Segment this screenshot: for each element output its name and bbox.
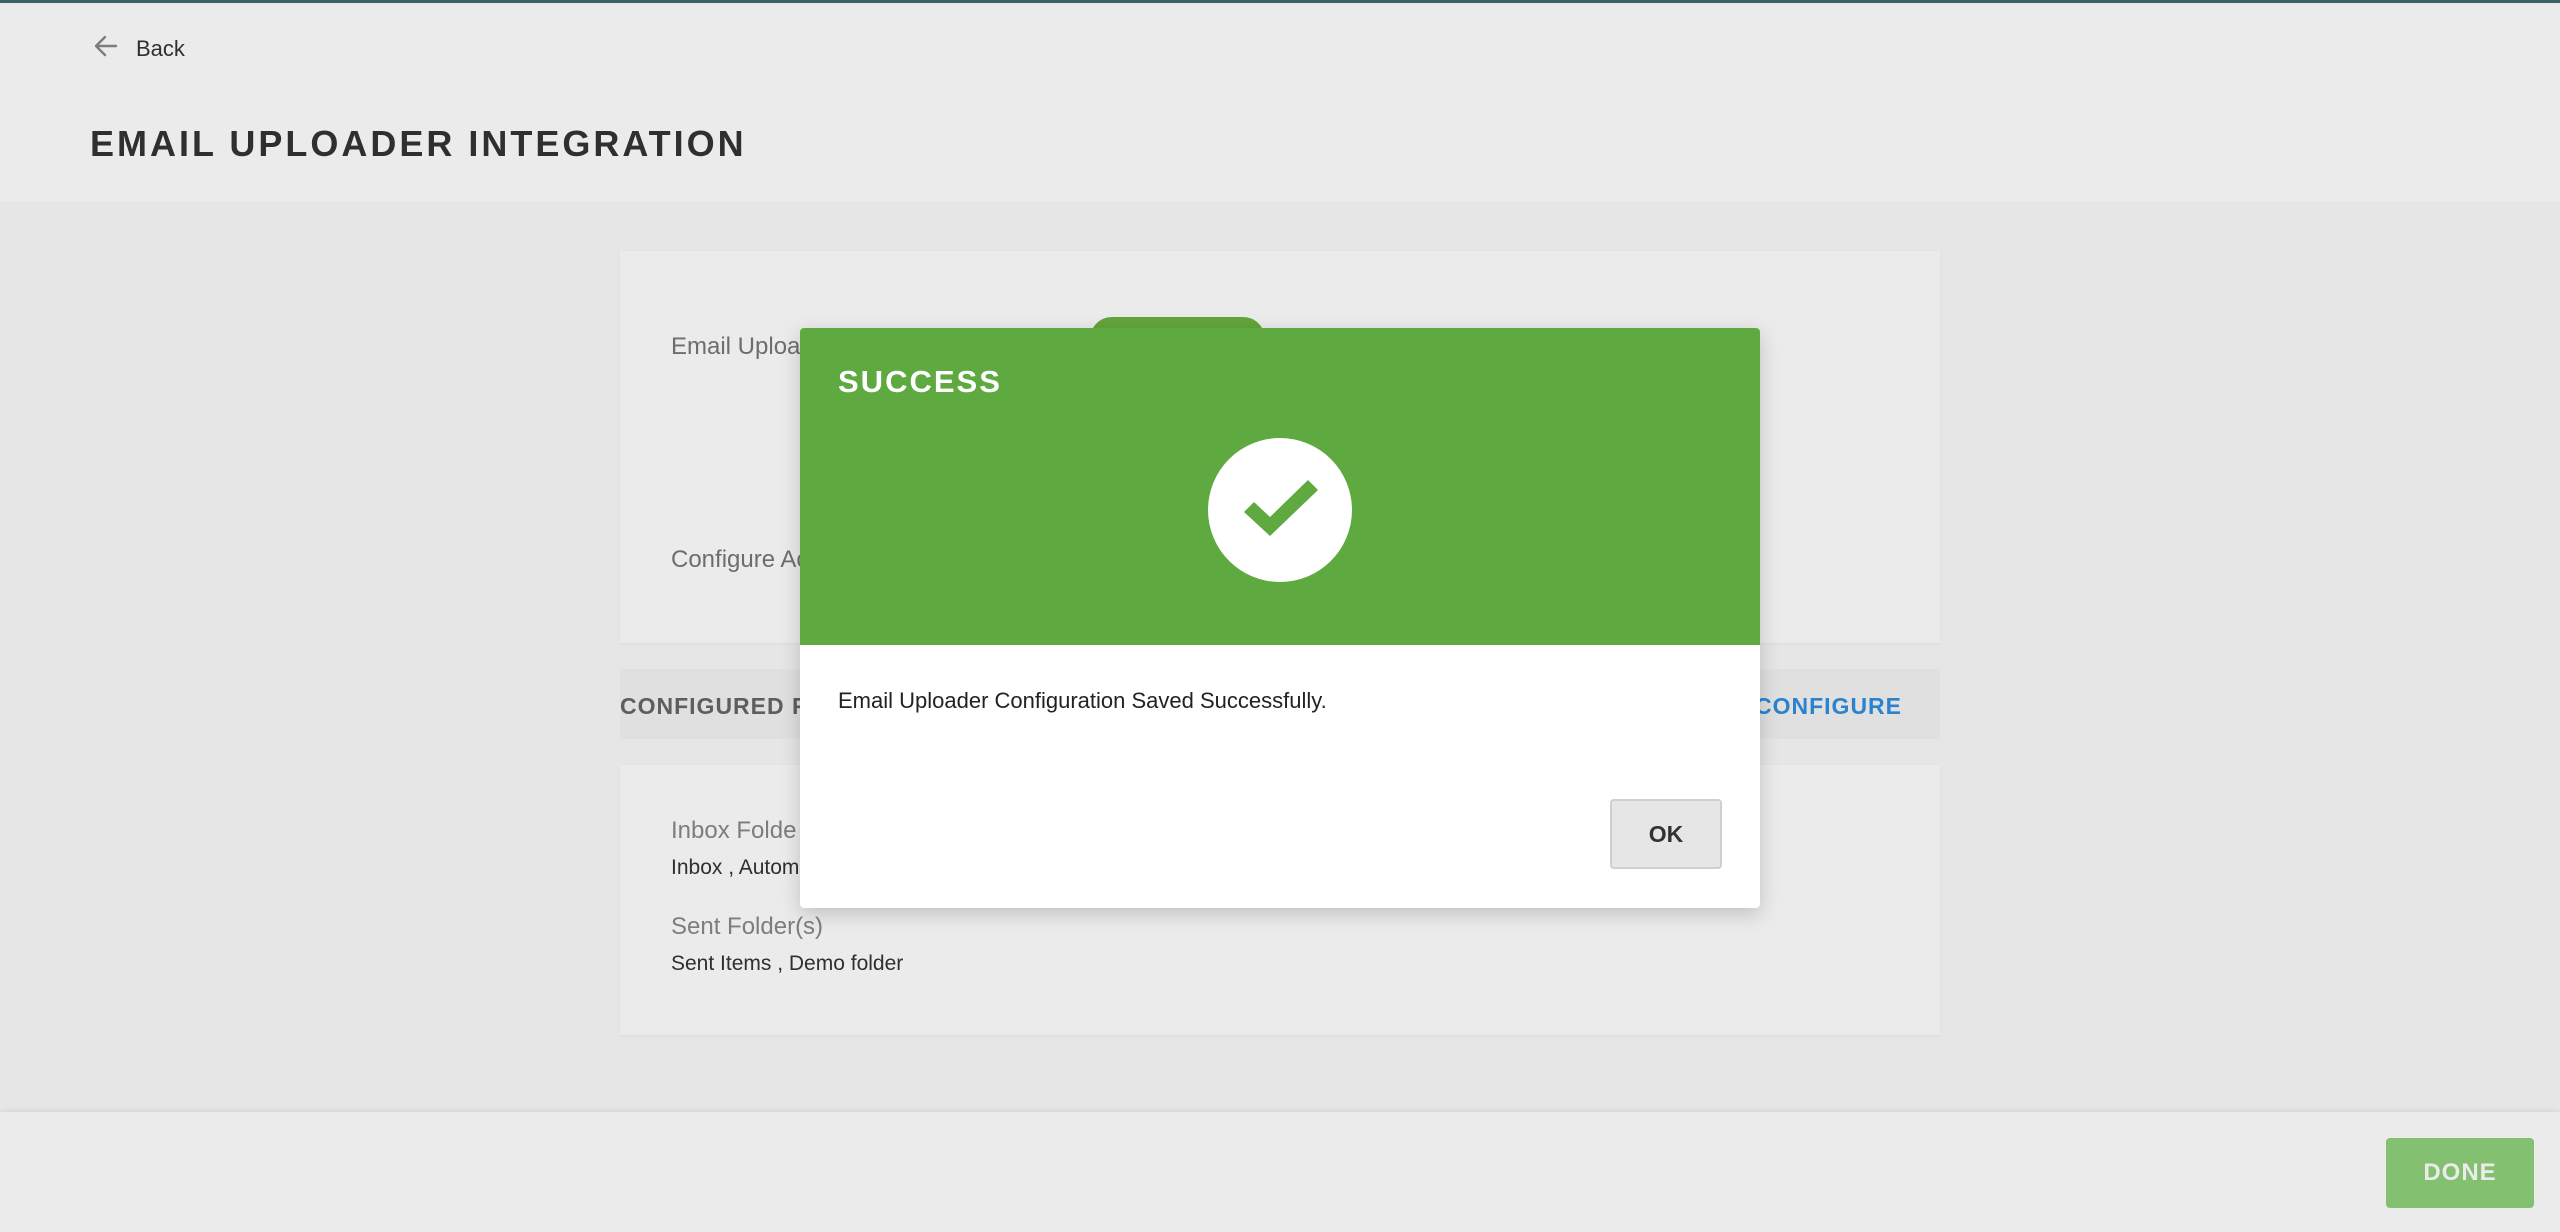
success-dialog-title: SUCCESS [838,364,1002,399]
success-dialog-header: SUCCESS [800,328,1760,645]
check-circle-icon [1208,438,1352,582]
success-message: Email Uploader Configuration Saved Succe… [838,688,1327,713]
ok-button[interactable]: OK [1610,799,1722,869]
page: Back EMAIL UPLOADER INTEGRATION Email Up… [0,0,2560,1232]
success-dialog: SUCCESS Email Uploader Configuration Sav… [800,328,1760,908]
